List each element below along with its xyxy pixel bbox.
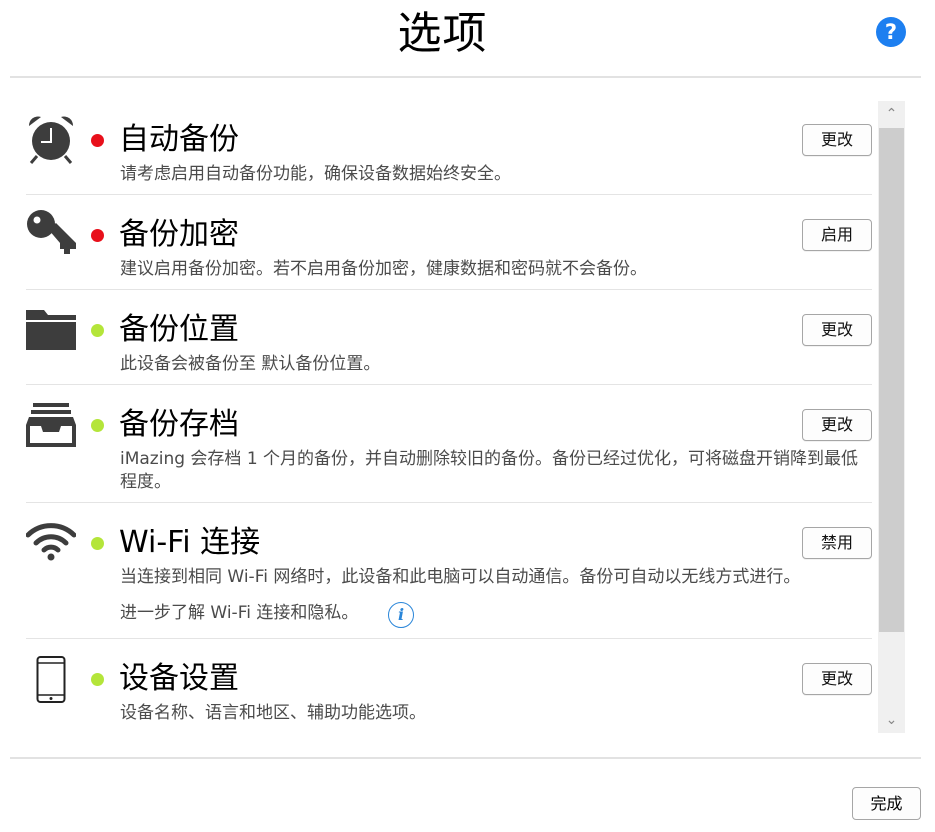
option-backup-archive: 备份存档 iMazing 会存档 1 个月的备份，并自动删除较旧的备份。备份已经… [26,385,872,503]
option-description: 此设备会被备份至 默认备份位置。 [120,354,381,374]
smartphone-icon [26,655,76,705]
wifi-disable-button[interactable]: 禁用 [802,527,872,559]
option-description: 请考虑启用自动备份功能，确保设备数据始终安全。 [120,164,511,184]
status-dot [91,324,104,337]
folder-icon [26,306,76,356]
info-icon[interactable]: i [388,602,414,628]
backup-encryption-enable-button[interactable]: 启用 [802,219,872,251]
header-divider [10,76,921,78]
backup-archive-change-button[interactable]: 更改 [802,409,872,441]
device-settings-change-button[interactable]: 更改 [802,663,872,695]
backup-location-change-button[interactable]: 更改 [802,314,872,346]
option-description: 当连接到相同 Wi-Fi 网络时，此设备和此电脑可以自动通信。备份可自动以无线方… [120,567,801,587]
status-dot [91,134,104,147]
status-dot [91,537,104,550]
scrollbar-thumb[interactable] [879,128,904,632]
option-title: 备份存档 [119,407,239,442]
option-title: Wi-Fi 连接 [119,525,261,560]
status-dot [91,673,104,686]
status-dot [91,419,104,432]
option-wifi-connection: Wi-Fi 连接 当连接到相同 Wi-Fi 网络时，此设备和此电脑可以自动通信。… [26,503,872,639]
scrollbar[interactable]: ⌃ ⌄ [878,101,905,733]
option-description: 建议启用备份加密。若不启用备份加密，健康数据和密码就不会备份。 [120,259,647,279]
archive-tray-icon [26,399,76,449]
option-description: 设备名称、语言和地区、辅助功能选项。 [120,703,426,723]
option-description: iMazing 会存档 1 个月的备份，并自动删除较旧的备份。备份已经过优化，可… [120,449,859,492]
scroll-up-arrow-icon[interactable]: ⌃ [878,101,905,127]
footer-divider [10,757,921,759]
scroll-down-arrow-icon[interactable]: ⌄ [878,707,905,733]
done-button[interactable]: 完成 [852,787,921,820]
options-list: 自动备份 请考虑启用自动备份功能，确保设备数据始终安全。 更改 备份加密 建议启… [26,100,872,734]
alarm-clock-icon [26,114,76,164]
option-backup-location: 备份位置 此设备会被备份至 默认备份位置。 更改 [26,290,872,385]
wifi-privacy-link[interactable]: 进一步了解 Wi-Fi 连接和隐私。 [120,602,358,625]
option-title: 设备设置 [119,661,239,696]
status-dot [91,229,104,242]
option-backup-encryption: 备份加密 建议启用备份加密。若不启用备份加密，健康数据和密码就不会备份。 启用 [26,195,872,290]
option-title: 备份位置 [119,312,239,347]
option-title: 自动备份 [119,122,239,157]
option-title: 备份加密 [119,217,239,252]
help-button[interactable]: ? [876,17,906,47]
key-icon [26,209,76,259]
option-auto-backup: 自动备份 请考虑启用自动备份功能，确保设备数据始终安全。 更改 [26,100,872,195]
page-title: 选项 [397,8,488,59]
auto-backup-change-button[interactable]: 更改 [802,124,872,156]
wifi-icon [26,519,76,569]
option-device-settings: 设备设置 设备名称、语言和地区、辅助功能选项。 更改 [26,639,872,734]
